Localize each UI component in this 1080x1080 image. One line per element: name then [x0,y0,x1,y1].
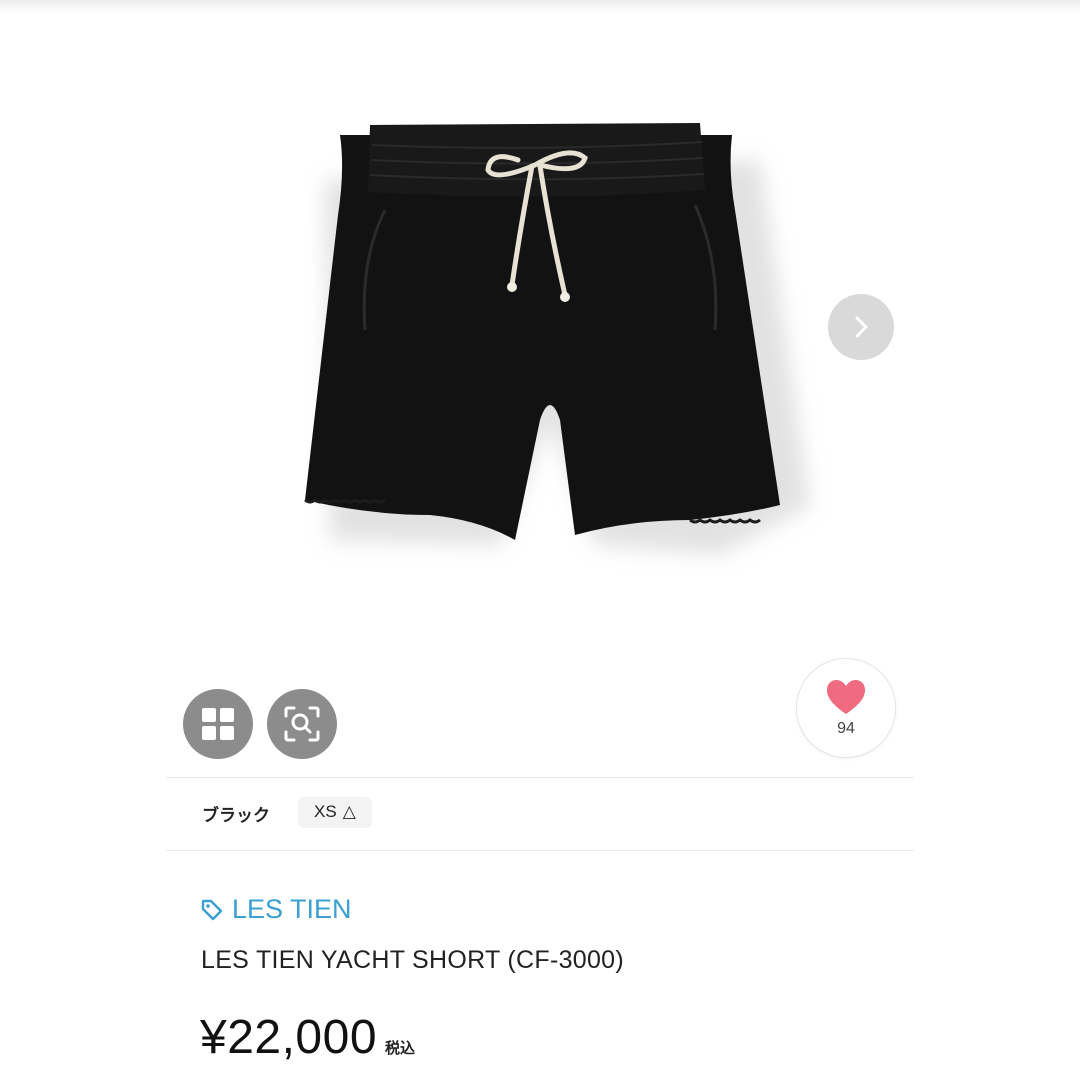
grid-view-button[interactable] [183,689,253,759]
stock-status-mark: △ [342,802,356,821]
color-label: ブラック [202,806,270,825]
left-hem [304,498,386,504]
grid-icon [202,708,234,740]
product-image[interactable] [250,90,830,590]
size-chip[interactable]: XS △ [298,797,372,828]
tag-icon [201,899,223,920]
top-edge-shadow [0,0,1080,14]
like-count: 94 [837,720,855,737]
image-search-icon [284,706,320,742]
tax-included-label: 税込 [385,1040,416,1057]
chevron-right-icon [855,316,868,338]
brand-link[interactable]: LES TIEN [200,894,352,925]
drawstring-tip-right [560,292,570,302]
drawstring-tip-left [507,282,517,292]
next-image-button[interactable] [828,294,894,360]
divider-top [166,777,914,778]
image-search-button[interactable] [267,689,337,759]
heart-icon [827,680,865,714]
price: ¥22,000 [200,1011,378,1064]
price-row: ¥22,000 税込 [200,1010,415,1065]
like-button[interactable]: 94 [796,658,896,758]
brand-name: LES TIEN [232,894,352,924]
size-value: XS [314,802,337,821]
divider-bottom [166,850,914,851]
product-title: LES TIEN YACHT SHORT (CF-3000) [201,946,625,974]
